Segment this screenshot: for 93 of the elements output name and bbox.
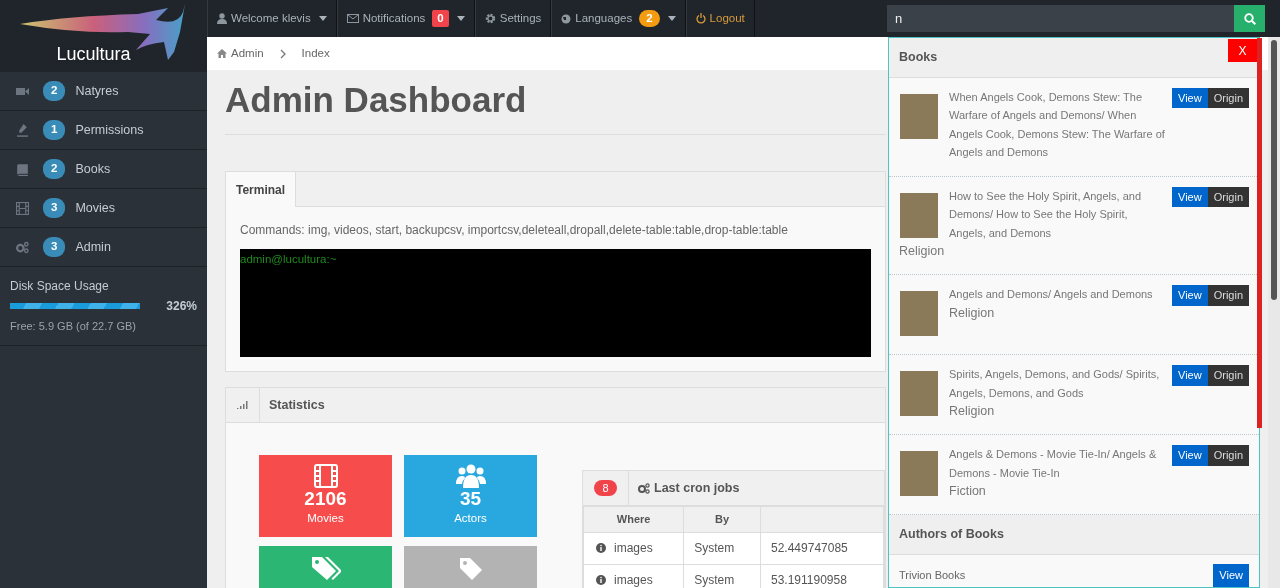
breadcrumb-link[interactable]: Admin [231,44,264,63]
column-header: By [683,506,761,532]
caret-icon [318,16,327,21]
count-badge: 1 [43,120,66,140]
terminal-prompt: admin@lucultura:~ [240,253,337,265]
view-button[interactable]: View [1172,445,1208,466]
search-icon [1243,12,1256,25]
panel-tab[interactable]: Terminal [226,172,297,207]
count-badge: 2 [43,159,66,179]
stat-number: 35 [459,488,482,511]
caret-icon [456,16,465,21]
power-icon [695,13,706,24]
origin-button[interactable]: Origin [1207,87,1249,109]
film-icon [16,201,29,215]
book-cover-placeholder [900,291,938,337]
stat-label: Actors [454,511,487,527]
film-icon [313,464,338,489]
gear-icon [484,13,496,24]
info-icon [596,574,606,585]
sidebar-label: Natyres [75,82,119,100]
view-button[interactable]: View [1172,87,1208,109]
table-cell-text: images [614,571,653,588]
envelope-icon [346,14,359,23]
book-icon [16,162,29,176]
book-title[interactable]: Angels & Demons - Movie Tie-In/ Angels & Demons - Movie Tie-In [949,445,1166,483]
sidebar-item[interactable]: 3 Movies [0,189,207,228]
sidebar-item[interactable]: 1 Permissions [0,111,207,150]
book-title[interactable]: Angels and Demons/ Angels and Demons [949,285,1166,304]
origin-button[interactable]: Origin [1207,445,1249,466]
sidebar-label: Books [75,160,111,178]
author-name[interactable]: Trivion Books [899,567,966,584]
section-title: Books [899,50,938,64]
tags-icon [310,556,341,582]
user-icon [217,13,227,24]
pen-icon [16,123,29,137]
signal-bars-icon [237,401,248,409]
disk-usage-percent: 326% [166,298,197,315]
disk-free-text: Free: 5.9 GB (of 22.7 GB) [10,319,137,334]
stat-label: Movies [307,511,344,527]
table-cell: 52.449747085 [760,532,884,564]
commands-text: Commands: img, videos, start, backupcsv, importcsv,deleteall,dropall,delete-table:table,drop-table:table [240,222,789,239]
origin-button[interactable]: Origin [1207,186,1249,208]
sidebar-item[interactable]: 2 Books [0,150,207,189]
count-badge: 0 [432,9,449,28]
book-category: Religion [948,304,996,322]
panel-title: Last cron jobs [654,479,740,497]
sidebar-item[interactable]: 3 Admin [0,228,207,267]
sidebar-label: Permissions [75,121,144,139]
table-cell: System [683,532,761,564]
search-button[interactable] [1234,5,1265,32]
logo-text: Lucultura [56,42,131,66]
chevron-right-icon [279,48,286,59]
book-category: Fiction [948,483,987,501]
search-field[interactable]: n [887,5,1234,32]
disk-usage-title: Disk Space Usage [10,278,110,295]
sidebar-item[interactable]: 2 Natyres [0,72,207,111]
book-cover-placeholder [900,451,938,497]
home-icon [217,49,227,58]
gears-icon [638,482,650,494]
caret-icon [667,16,676,21]
origin-button[interactable]: Origin [1207,285,1249,306]
sidebar-label: Admin [75,238,111,256]
view-button[interactable]: View [1172,285,1208,306]
count-badge: 2 [43,81,66,101]
stat-number: 2106 [304,488,347,511]
gears-icon [16,240,29,254]
info-icon [596,542,606,553]
count-badge: 3 [43,198,66,218]
sidebar-label: Movies [75,199,115,217]
count-badge: 8 [594,479,617,497]
book-cover-placeholder [900,93,938,139]
book-cover-placeholder [900,371,938,417]
section-title: Authors of Books [899,527,1004,542]
book-title[interactable]: Spirits, Angels, Demons, and Gods/ Spirits, Angels, Demons, and Gods [949,365,1166,403]
group-of-people-icon [455,464,486,489]
view-button[interactable]: View [1213,564,1249,587]
close-button[interactable]: X [1228,39,1257,62]
book-category: Religion [899,243,946,261]
view-button[interactable]: View [1172,186,1208,208]
table-cell-text: images [614,539,653,557]
book-title[interactable]: How to See the Holy Spirit, Angels, and Demons/ How to See the Holy Spirit, Angels, and Demons [949,186,1166,243]
origin-button[interactable]: Origin [1207,365,1249,386]
breadcrumb-current: Index [301,45,330,61]
book-cover-placeholder [900,192,938,238]
page-title: Admin Dashboard [225,79,528,121]
book-category: Religion [948,403,996,421]
count-badge: 3 [43,237,66,257]
panel-title: Statistics [268,396,325,414]
view-button[interactable]: View [1172,365,1208,386]
tag-icon [458,557,483,581]
count-badge: 2 [639,9,660,28]
column-header: Where [583,506,684,532]
book-title[interactable]: When Angels Cook, Demons Stew: The Warfare of Angels and Demons/ When Angels Cook, Demons Stew: The Warfare of Angels and Demons [949,87,1166,162]
